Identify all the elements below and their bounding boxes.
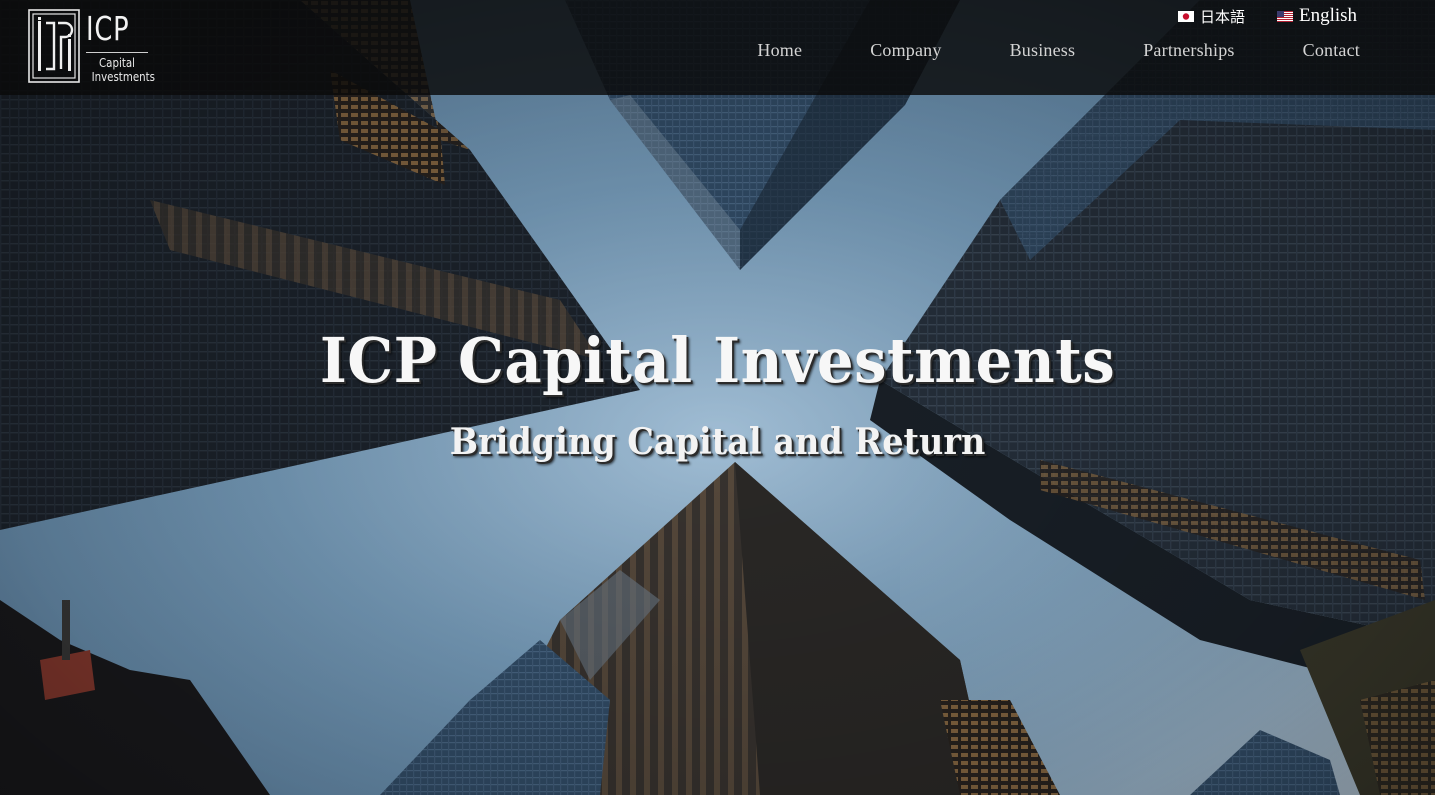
main-navigation: Home Company Business Partnerships Conta…: [757, 36, 1360, 64]
language-japanese-link[interactable]: 日本語: [1178, 4, 1245, 28]
language-english-link[interactable]: English: [1277, 4, 1357, 28]
nav-company[interactable]: Company: [870, 40, 941, 61]
nav-home[interactable]: Home: [757, 40, 802, 61]
logo-wordmark: ICP Capital Investments: [86, 9, 155, 83]
nav-contact[interactable]: Contact: [1303, 40, 1360, 61]
logo-subtitle-line2: Investments: [91, 69, 155, 84]
hero-title: ICP Capital Investments: [319, 324, 1116, 397]
icp-monogram-logo-icon: [28, 9, 80, 83]
nav-partnerships[interactable]: Partnerships: [1143, 40, 1234, 61]
page: ICP Capital Investments 日本語 English Home…: [0, 0, 1435, 795]
logo-subtitle-line1: Capital: [99, 55, 135, 70]
logo-divider: [86, 52, 148, 53]
language-japanese-label: 日本語: [1200, 7, 1246, 26]
language-english-label: English: [1299, 5, 1358, 26]
nav-business[interactable]: Business: [1010, 40, 1076, 61]
logo-link[interactable]: ICP Capital Investments: [28, 9, 155, 85]
site-header: ICP Capital Investments 日本語 English Home…: [0, 0, 1435, 95]
us-flag-icon: [1277, 10, 1293, 22]
logo-title: ICP: [86, 9, 130, 48]
japan-flag-icon: [1178, 10, 1194, 22]
hero-subtitle: Bridging Capital and Return: [449, 421, 986, 463]
